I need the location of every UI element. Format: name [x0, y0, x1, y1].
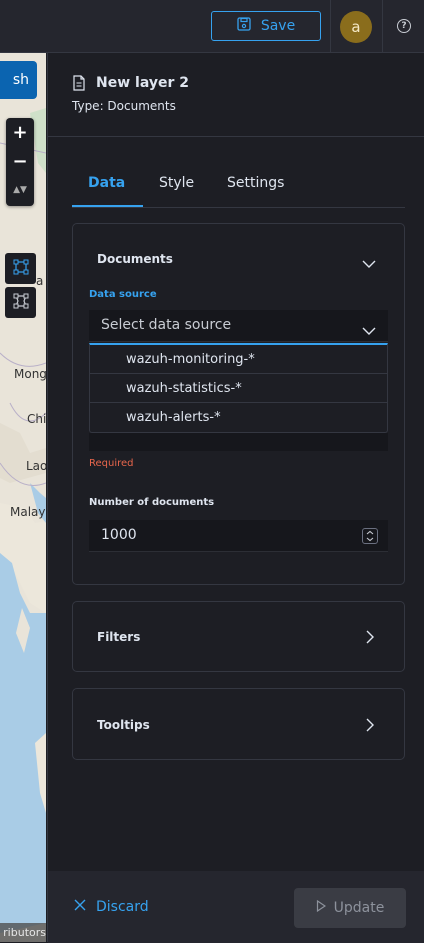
chevron-down-icon: [362, 321, 376, 340]
num-docs-value: 1000: [101, 527, 137, 543]
data-source-label: Data source: [89, 289, 157, 300]
tooltips-section-title: Tooltips: [97, 718, 150, 732]
stepper-icon[interactable]: [362, 528, 378, 544]
required-error: Required: [89, 458, 134, 469]
zoom-in-button[interactable]: +: [6, 118, 34, 146]
map-label: Chi: [27, 412, 46, 426]
map-canvas[interactable]: sh + − ▲▼ a Mong Chi Lao Malay ributors: [0, 53, 46, 942]
active-tab-indicator: [72, 205, 143, 207]
save-icon: [237, 17, 251, 35]
documents-section-title[interactable]: Documents: [97, 252, 173, 266]
discard-label: Discard: [96, 899, 149, 915]
divider: [330, 0, 331, 52]
chevron-right-icon: [365, 629, 375, 648]
field-underlay: [89, 433, 388, 451]
map-label: a: [36, 274, 44, 288]
num-docs-label: Number of documents: [89, 497, 215, 508]
avatar[interactable]: a: [340, 11, 372, 43]
num-docs-input[interactable]: 1000: [89, 520, 388, 552]
data-source-select[interactable]: Select data source: [89, 310, 388, 342]
tab-settings[interactable]: Settings: [227, 175, 284, 191]
data-source-option[interactable]: wazuh-statistics-*: [90, 374, 387, 403]
polygon-icon: [13, 293, 29, 313]
panel-footer: Discard Update: [48, 870, 424, 943]
data-source-dropdown: wazuh-monitoring-* wazuh-statistics-* wa…: [89, 343, 388, 433]
layer-type: Type: Documents: [72, 99, 176, 113]
layer-panel: New layer 2 Type: Documents Data Style S…: [47, 53, 424, 943]
zoom-out-button[interactable]: −: [6, 147, 34, 175]
panel-tabs: Data Style Settings: [72, 165, 405, 208]
data-source-placeholder: Select data source: [101, 317, 232, 333]
save-button[interactable]: Save: [211, 11, 321, 41]
update-label: Update: [333, 900, 385, 916]
map-label: Mong: [14, 367, 46, 381]
chevron-down-icon[interactable]: [362, 254, 376, 273]
play-icon: [316, 899, 326, 916]
data-source-option[interactable]: wazuh-alerts-*: [90, 403, 387, 432]
layer-title: New layer 2: [96, 75, 189, 91]
divider: [382, 0, 383, 52]
compass-icon: ▲▼: [13, 185, 27, 195]
documents-section: Documents Data source Select data source…: [72, 223, 405, 585]
help-icon[interactable]: ?: [397, 19, 411, 33]
chevron-right-icon: [365, 717, 375, 736]
tab-style[interactable]: Style: [159, 175, 194, 191]
refresh-button[interactable]: sh: [0, 61, 37, 99]
close-icon: [74, 899, 86, 915]
bounding-box-icon: [13, 259, 29, 279]
compass-button[interactable]: ▲▼: [6, 176, 34, 204]
map-label: Lao: [26, 459, 46, 473]
panel-header: New layer 2 Type: Documents: [48, 53, 424, 137]
discard-button[interactable]: Discard: [74, 899, 149, 915]
draw-shape-button[interactable]: [5, 287, 36, 318]
filters-section-title: Filters: [97, 630, 141, 644]
tooltips-section[interactable]: Tooltips: [72, 688, 405, 760]
zoom-control: + − ▲▼: [6, 118, 34, 206]
filters-section[interactable]: Filters: [72, 601, 405, 672]
document-icon: [72, 75, 86, 95]
map-label: Malay: [10, 505, 46, 519]
update-button[interactable]: Update: [294, 888, 406, 928]
save-label: Save: [260, 18, 296, 34]
map-attribution[interactable]: ributors: [0, 923, 46, 942]
data-source-option[interactable]: wazuh-monitoring-*: [90, 345, 387, 374]
tab-data[interactable]: Data: [88, 175, 125, 191]
top-bar: Save a ?: [0, 0, 424, 53]
draw-bounds-button[interactable]: [5, 253, 36, 284]
